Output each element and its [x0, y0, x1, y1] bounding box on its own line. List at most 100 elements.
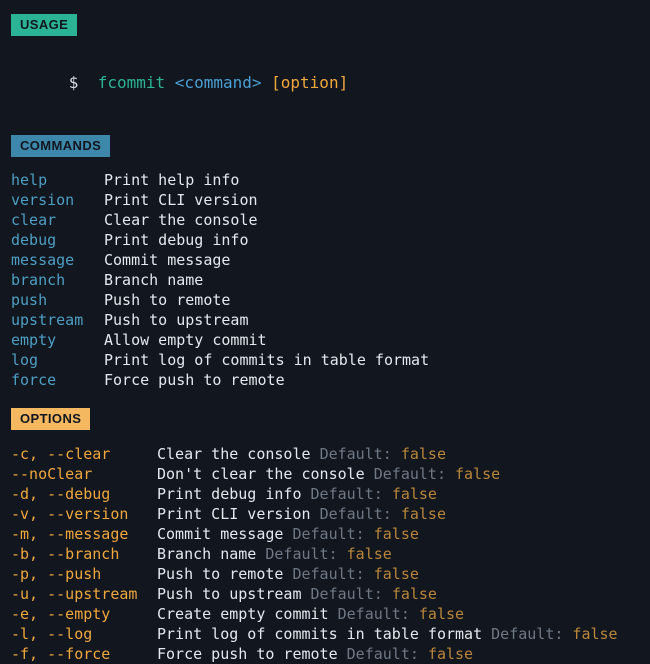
- command-name: push: [11, 291, 48, 309]
- option-flags: --noClear: [11, 465, 93, 483]
- command-name: message: [11, 251, 75, 269]
- command-description: Push to upstream: [104, 311, 249, 329]
- command-name: log: [11, 351, 39, 369]
- command-description: Force push to remote: [104, 371, 285, 389]
- option-flags: -p, --push: [11, 565, 102, 583]
- option-default-value: false: [346, 545, 392, 563]
- command-row: empty Allow empty commit: [11, 330, 650, 350]
- command-description: Allow empty commit: [104, 331, 267, 349]
- command-description: Branch name: [104, 271, 204, 289]
- option-default-label: Default:: [319, 505, 392, 523]
- option-flags: -f, --force: [11, 645, 111, 663]
- command-row: log Print log of commits in table format: [11, 350, 650, 370]
- command-name: version: [11, 191, 75, 209]
- option-default-label: Default:: [491, 625, 564, 643]
- option-default-label: Default:: [346, 645, 419, 663]
- option-row: -d, --debug Print debug info Default: fal…: [11, 484, 650, 504]
- option-row: --noClear Don't clear the console Default…: [11, 464, 650, 484]
- option-row: -c, --clear Clear the console Default: fa…: [11, 444, 650, 464]
- usage-badge: USAGE: [11, 14, 78, 36]
- option-default-label: Default:: [310, 485, 383, 503]
- option-default-value: false: [400, 505, 446, 523]
- command-row: debug Print debug info: [11, 230, 650, 250]
- option-default-value: false: [391, 585, 437, 603]
- option-description: Commit message: [157, 525, 284, 543]
- command-name: debug: [11, 231, 57, 249]
- options-badge: OPTIONS: [11, 408, 91, 430]
- commands-section-header: COMMANDS: [11, 116, 650, 157]
- command-name: upstream: [11, 311, 84, 329]
- option-default-value: false: [427, 645, 474, 663]
- command-name: clear: [11, 211, 57, 229]
- option-flags: -b, --branch: [11, 545, 120, 563]
- command-row: message Commit message: [11, 250, 650, 270]
- commands-badge: COMMANDS: [11, 135, 111, 157]
- command-row: branch Branch name: [11, 270, 650, 290]
- option-default-value: false: [373, 565, 419, 583]
- option-row: -l, --log Print log of commits in table f…: [11, 624, 650, 644]
- option-default-value: false: [572, 625, 618, 643]
- command-row: help Print help info: [11, 170, 650, 190]
- option-row: -f, --force Force push to remote Default:…: [11, 644, 650, 664]
- command-name: empty: [11, 331, 57, 349]
- command-description: Print debug info: [104, 231, 249, 249]
- option-flags: -u, --upstream: [11, 585, 138, 603]
- command-description: Print CLI version: [104, 191, 258, 209]
- option-placeholder: [option]: [271, 73, 349, 92]
- option-description: Clear the console: [157, 445, 311, 463]
- command-row: force Force push to remote: [11, 370, 650, 390]
- option-row: -m, --message Commit message Default: fal…: [11, 524, 650, 544]
- option-description: Print log of commits in table format: [157, 625, 483, 643]
- option-default-label: Default:: [373, 465, 446, 483]
- commands-list: help Print help info version Print CLI ver…: [11, 157, 650, 390]
- usage-line: $ fcommit <command> [option]: [11, 36, 650, 116]
- command-description: Commit message: [104, 251, 231, 269]
- option-description: Print CLI version: [157, 505, 311, 523]
- option-description: Push to upstream: [157, 585, 302, 603]
- command-row: version Print CLI version: [11, 190, 650, 210]
- option-row: -b, --branch Branch name Default: false: [11, 544, 650, 564]
- option-default-value: false: [455, 465, 501, 483]
- command-row: clear Clear the console: [11, 210, 650, 230]
- command-name: help: [11, 171, 48, 189]
- option-row: -e, --empty Create empty commit Default: …: [11, 604, 650, 624]
- command-name: branch: [11, 271, 66, 289]
- option-default-value: false: [400, 445, 446, 463]
- options-list: -c, --clear Clear the console Default: fa…: [11, 430, 650, 664]
- option-flags: -e, --empty: [11, 605, 111, 623]
- option-description: Create empty commit: [157, 605, 329, 623]
- option-default-label: Default:: [292, 565, 365, 583]
- option-default-label: Default:: [310, 585, 383, 603]
- command-placeholder: <command>: [174, 73, 262, 92]
- option-default-label: Default:: [265, 545, 338, 563]
- terminal-window: USAGE $ fcommit <command> [option] COMMA…: [0, 0, 650, 663]
- option-flags: -c, --clear: [11, 445, 111, 463]
- command-description: Print log of commits in table format: [104, 351, 430, 369]
- option-row: -p, --push Push to remote Default: false: [11, 564, 650, 584]
- option-description: Branch name: [157, 545, 257, 563]
- option-default-label: Default:: [337, 605, 410, 623]
- command-name: force: [11, 371, 57, 389]
- command-row: push Push to remote: [11, 290, 650, 310]
- command-description: Push to remote: [104, 291, 231, 309]
- cli-binary-name: fcommit: [97, 73, 166, 92]
- shell-prompt-symbol: $: [68, 73, 79, 92]
- option-description: Don't clear the console: [157, 465, 365, 483]
- command-row: upstream Push to upstream: [11, 310, 650, 330]
- option-flags: -v, --version: [11, 505, 129, 523]
- option-description: Force push to remote: [157, 645, 338, 663]
- option-default-label: Default:: [319, 445, 392, 463]
- options-section-header: OPTIONS: [11, 390, 650, 430]
- option-default-value: false: [373, 525, 419, 543]
- option-flags: -m, --message: [11, 525, 129, 543]
- option-default-label: Default:: [292, 525, 365, 543]
- option-description: Push to remote: [157, 565, 284, 583]
- option-flags: -d, --debug: [11, 485, 111, 503]
- option-row: -v, --version Print CLI version Default: …: [11, 504, 650, 524]
- option-description: Print debug info: [157, 485, 302, 503]
- option-default-value: false: [391, 485, 437, 503]
- command-description: Clear the console: [104, 211, 258, 229]
- usage-section-header: USAGE: [11, 0, 650, 36]
- option-default-value: false: [418, 605, 465, 623]
- option-row: -u, --upstream Push to upstream Default: …: [11, 584, 650, 604]
